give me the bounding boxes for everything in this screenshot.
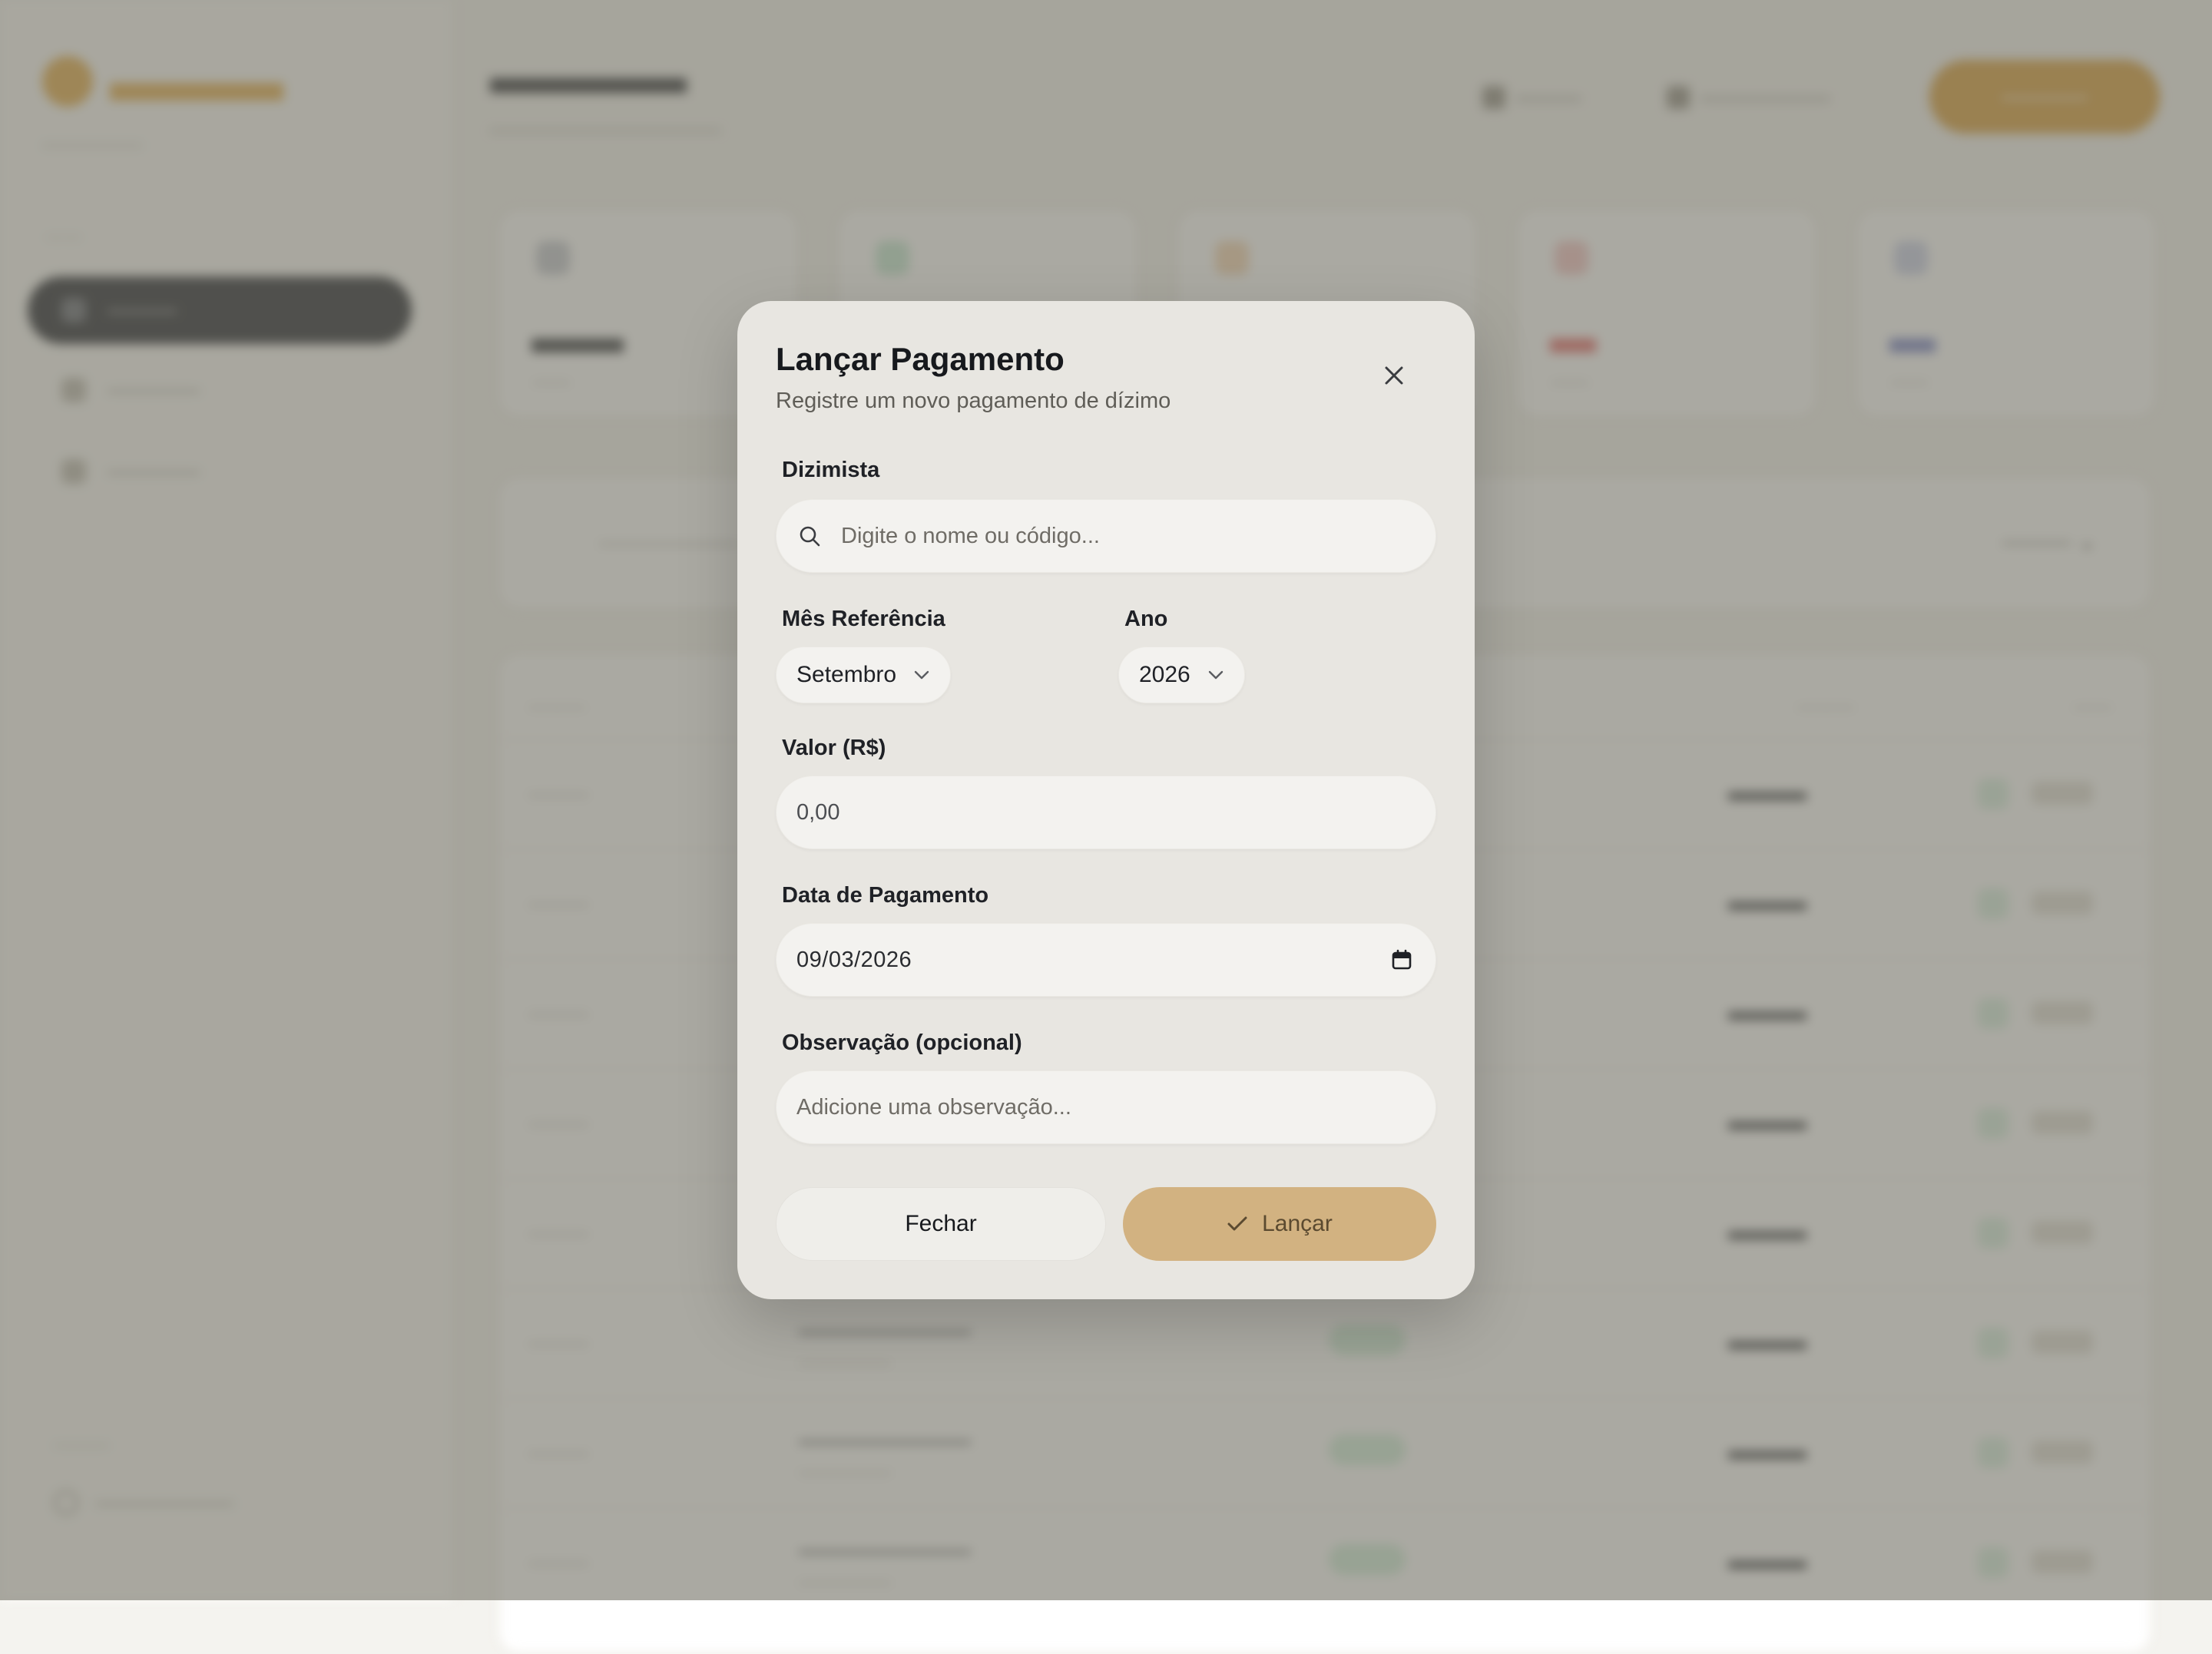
observacao-placeholder: Adicione uma observação... (796, 1094, 1071, 1120)
valor-label: Valor (R$) (782, 736, 886, 760)
lancar-button[interactable]: Lançar (1123, 1187, 1436, 1261)
valor-input[interactable]: 0,00 (776, 776, 1436, 849)
ano-select[interactable]: 2026 (1118, 647, 1245, 703)
data-pagamento-value: 09/03/2026 (796, 947, 912, 972)
mes-select-value: Setembro (796, 662, 897, 687)
data-pagamento-input[interactable]: 09/03/2026 (776, 923, 1436, 997)
dizimista-placeholder: Digite o nome ou código... (841, 523, 1100, 548)
search-icon (796, 523, 823, 549)
dialog-title: Lançar Pagamento (776, 341, 1065, 377)
check-icon (1227, 1216, 1247, 1231)
lancar-button-label: Lançar (1262, 1211, 1333, 1236)
dialog-subtitle: Registre um novo pagamento de dízimo (776, 389, 1171, 413)
dizimista-search-input[interactable]: Digite o nome ou código... (776, 499, 1436, 573)
data-label: Data de Pagamento (782, 883, 989, 908)
fechar-button[interactable]: Fechar (776, 1187, 1106, 1261)
dizimista-label: Dizimista (782, 458, 880, 482)
chevron-down-icon (1207, 667, 1224, 683)
close-icon (1385, 366, 1403, 385)
valor-placeholder: 0,00 (796, 799, 840, 825)
mes-label: Mês Referência (782, 607, 945, 631)
close-button[interactable] (1375, 356, 1413, 395)
fechar-button-label: Fechar (905, 1211, 977, 1236)
ano-label: Ano (1124, 607, 1168, 631)
observacao-label: Observação (opcional) (782, 1030, 1022, 1055)
chevron-down-icon (913, 667, 930, 683)
observacao-input[interactable]: Adicione uma observação... (776, 1070, 1436, 1144)
ano-select-value: 2026 (1139, 662, 1190, 687)
calendar-icon[interactable] (1391, 949, 1412, 971)
payment-dialog: Lançar Pagamento Registre um novo pagame… (737, 301, 1475, 1299)
mes-select[interactable]: Setembro (776, 647, 952, 703)
